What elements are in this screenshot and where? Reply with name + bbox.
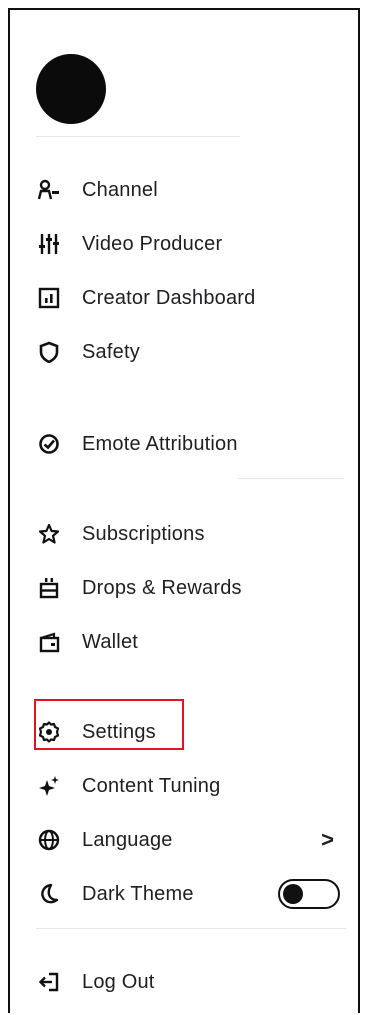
- wallet-icon: [38, 631, 60, 653]
- menu-item-label: Language: [82, 828, 173, 851]
- menu-item-label: Emote Attribution: [82, 432, 238, 455]
- menu-item-label: Wallet: [82, 630, 139, 653]
- drops-icon: [38, 577, 60, 599]
- menu-item-log-out[interactable]: Log Out: [10, 962, 358, 1002]
- toggle-knob: [283, 884, 303, 904]
- menu-item-label: Dark Theme: [82, 882, 194, 905]
- chevron-right-icon: >: [321, 827, 334, 852]
- divider: [238, 478, 344, 479]
- menu-item-label: Video Producer: [82, 232, 223, 255]
- moon-icon: [38, 883, 60, 905]
- menu-item-label: Subscriptions: [82, 522, 205, 545]
- menu-item-label: Creator Dashboard: [82, 286, 256, 309]
- menu-item-language[interactable]: Language >: [10, 820, 358, 860]
- menu-item-dark-theme[interactable]: Dark Theme: [10, 874, 358, 914]
- user-menu-panel: Channel Video Producer Creator Dashboard…: [8, 8, 360, 1013]
- menu-item-label: Safety: [82, 340, 140, 363]
- menu-item-label: Channel: [82, 178, 158, 201]
- avatar[interactable]: [36, 54, 106, 124]
- star-icon: [38, 523, 60, 545]
- sliders-icon: [38, 233, 60, 255]
- menu-item-label: Drops & Rewards: [82, 576, 242, 599]
- globe-icon: [38, 829, 60, 851]
- menu-item-label: Log Out: [82, 970, 155, 993]
- channel-icon: [38, 179, 60, 201]
- menu-item-subscriptions[interactable]: Subscriptions: [10, 514, 358, 554]
- logout-icon: [38, 971, 60, 993]
- divider: [36, 136, 240, 137]
- divider: [36, 928, 346, 929]
- dark-theme-toggle[interactable]: [278, 879, 340, 909]
- menu-item-video-producer[interactable]: Video Producer: [10, 224, 358, 264]
- shield-icon: [38, 341, 60, 363]
- menu-item-drops-rewards[interactable]: Drops & Rewards: [10, 568, 358, 608]
- dashboard-icon: [38, 287, 60, 309]
- menu-item-creator-dashboard[interactable]: Creator Dashboard: [10, 278, 358, 318]
- menu-item-emote-attribution[interactable]: Emote Attribution: [10, 424, 358, 464]
- menu-item-safety[interactable]: Safety: [10, 332, 358, 372]
- menu-item-channel[interactable]: Channel: [10, 170, 358, 210]
- menu-item-label: Content Tuning: [82, 774, 221, 797]
- menu-item-wallet[interactable]: Wallet: [10, 622, 358, 662]
- sparkle-icon: [38, 775, 60, 797]
- selection-highlight: [34, 699, 184, 750]
- emote-attribution-icon: [38, 433, 60, 455]
- menu-item-content-tuning[interactable]: Content Tuning: [10, 766, 358, 806]
